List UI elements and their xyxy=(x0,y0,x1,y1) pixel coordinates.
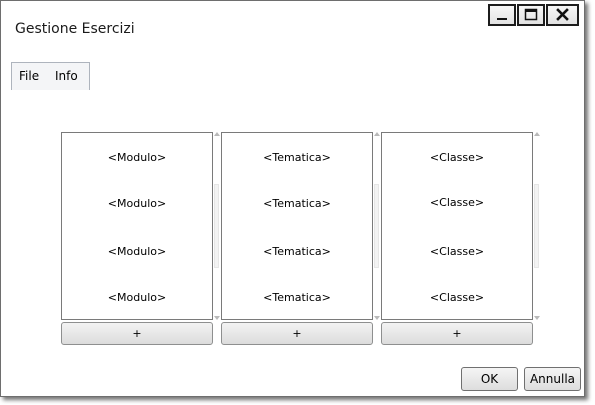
dialog-window: Gestione Esercizi File Info <Modulo> <Mo… xyxy=(0,0,585,397)
list-item[interactable]: <Tematica> xyxy=(222,245,372,258)
menu-item-info[interactable]: Info xyxy=(55,69,78,83)
list-item[interactable]: <Modulo> xyxy=(62,245,212,258)
tematica-list[interactable]: <Tematica> <Tematica> <Tematica> <Temati… xyxy=(221,132,373,320)
list-item[interactable]: <Tematica> xyxy=(222,197,372,210)
add-modulo-button[interactable]: + xyxy=(61,322,213,345)
window-title: Gestione Esercizi xyxy=(15,21,135,37)
maximize-button[interactable] xyxy=(517,4,545,26)
list-item[interactable]: <Tematica> xyxy=(222,151,372,164)
menu-item-file[interactable]: File xyxy=(19,69,39,83)
scroll-up-icon[interactable] xyxy=(374,132,380,136)
list-item[interactable]: <Classe> xyxy=(382,291,532,304)
scroll-up-icon[interactable] xyxy=(214,132,220,136)
list-item[interactable]: <Tematica> xyxy=(222,291,372,304)
add-tematica-button[interactable]: + xyxy=(221,322,373,345)
list-item[interactable]: <Classe> xyxy=(382,245,532,258)
minimize-button[interactable] xyxy=(488,4,516,26)
list-item[interactable]: <Modulo> xyxy=(62,291,212,304)
close-icon xyxy=(556,8,569,21)
scroll-thumb[interactable] xyxy=(214,184,219,268)
minimize-icon xyxy=(497,18,507,20)
scroll-down-icon[interactable] xyxy=(374,316,380,320)
menu-bar: File Info xyxy=(11,62,90,90)
scroll-thumb[interactable] xyxy=(534,184,539,268)
scroll-up-icon[interactable] xyxy=(534,132,540,136)
list-item[interactable]: <Classe> xyxy=(382,151,532,164)
scroll-down-icon[interactable] xyxy=(214,316,220,320)
modulo-scrollbar[interactable] xyxy=(213,132,221,320)
list-item[interactable]: <Modulo> xyxy=(62,197,212,210)
list-item[interactable]: <Classe> xyxy=(382,196,532,209)
scroll-down-icon[interactable] xyxy=(534,316,540,320)
scroll-thumb[interactable] xyxy=(374,184,379,268)
list-item[interactable]: <Modulo> xyxy=(62,151,212,164)
modulo-list[interactable]: <Modulo> <Modulo> <Modulo> <Modulo> xyxy=(61,132,213,320)
close-button[interactable] xyxy=(546,4,579,26)
ok-button[interactable]: OK xyxy=(461,367,518,391)
tematica-scrollbar[interactable] xyxy=(373,132,381,320)
add-classe-button[interactable]: + xyxy=(381,322,533,345)
classe-scrollbar[interactable] xyxy=(533,132,541,320)
maximize-icon xyxy=(524,8,538,21)
classe-list[interactable]: <Classe> <Classe> <Classe> <Classe> xyxy=(381,132,533,320)
cancel-button[interactable]: Annulla xyxy=(524,367,581,391)
